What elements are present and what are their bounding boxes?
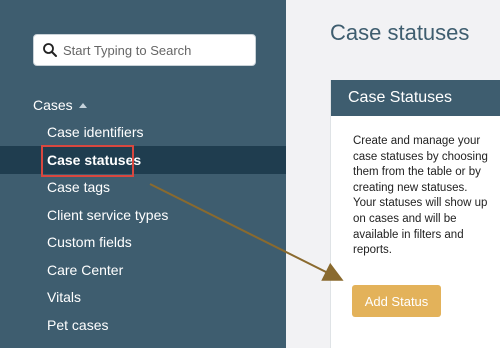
sidebar-item-label: Custom fields <box>47 233 132 250</box>
sidebar-item-label: Vitals <box>47 288 81 305</box>
sidebar-item-care-center[interactable]: Care Center <box>0 256 286 283</box>
sidebar-group-label: Cases <box>33 97 73 113</box>
sidebar-item-case-tags[interactable]: Case tags <box>0 173 286 200</box>
case-statuses-card: Case Statuses Create and manage your cas… <box>330 80 500 348</box>
search-input[interactable] <box>63 42 253 58</box>
sidebar-item-custom-fields[interactable]: Custom fields <box>0 228 286 255</box>
sidebar-item-client-service-types[interactable]: Client service types <box>0 201 286 228</box>
sidebar-group-cases[interactable]: Cases <box>33 97 87 113</box>
search-box[interactable] <box>33 34 256 66</box>
sidebar-item-label: Care Center <box>47 261 124 278</box>
card-description: Create and manage your case statuses by … <box>353 135 488 257</box>
sidebar-item-pet-cases[interactable]: Pet cases <box>0 311 286 338</box>
add-status-button[interactable]: Add Status <box>352 285 441 317</box>
sidebar-item-label: Pet cases <box>47 316 109 333</box>
page-title: Case statuses <box>330 20 470 45</box>
caret-up-icon <box>78 102 87 108</box>
sidebar-item-case-identifiers[interactable]: Case identifiers <box>0 118 286 145</box>
card-header: Case Statuses <box>331 80 500 116</box>
sidebar-item-label: Case identifiers <box>47 123 144 140</box>
sidebar-item-label: Case tags <box>47 178 111 195</box>
sidebar-item-vitals[interactable]: Vitals <box>0 283 286 310</box>
annotation-highlight-box <box>41 145 134 177</box>
sidebar: Cases Case identifiers Case statuses Cas… <box>0 0 286 348</box>
sidebar-item-label: Client service types <box>47 206 169 223</box>
search-icon <box>42 42 58 58</box>
